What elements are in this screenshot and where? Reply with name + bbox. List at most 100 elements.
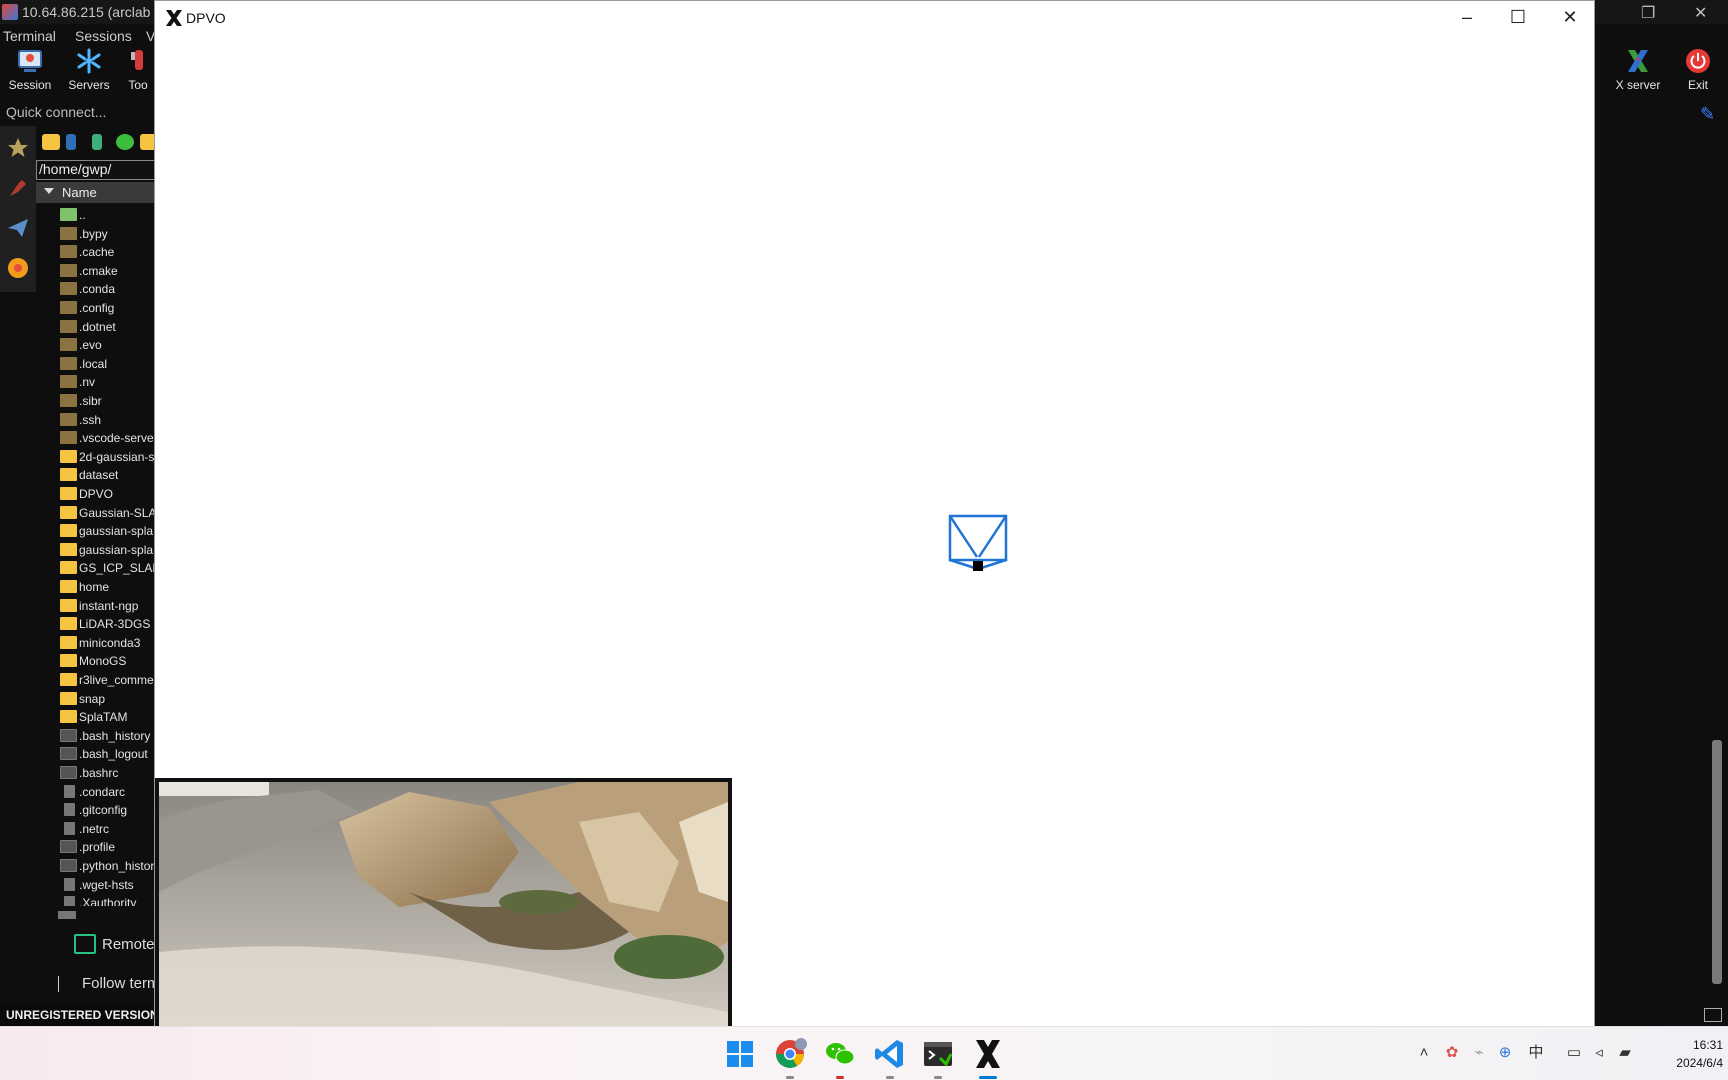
restore-icon[interactable]: ❐ xyxy=(1641,3,1655,23)
file-list-item[interactable]: GS_ICP_SLAM xyxy=(58,559,156,577)
minimize-icon[interactable]: – xyxy=(1444,1,1490,33)
close-window-icon[interactable]: ✕ xyxy=(1547,1,1593,33)
star-icon[interactable] xyxy=(6,136,30,160)
file-list-item[interactable]: instant-ngp xyxy=(58,597,156,615)
tools-strip-icon[interactable] xyxy=(6,176,30,200)
file-list-item[interactable]: LiDAR-3DGS xyxy=(58,615,156,633)
path-field[interactable]: /home/gwp/ xyxy=(36,160,156,180)
file-list-item[interactable]: 2d-gaussian-s xyxy=(58,448,156,466)
feather-icon[interactable]: ⌁ xyxy=(1470,1044,1488,1062)
upload-icon[interactable] xyxy=(92,134,102,150)
volume-icon[interactable]: ◃ xyxy=(1590,1044,1608,1062)
file-list-item[interactable]: snap xyxy=(58,690,156,708)
file-list-item[interactable]: .cache xyxy=(58,243,156,261)
file-list-item[interactable]: .evo xyxy=(58,336,156,354)
chevron-up-icon[interactable]: ˄ xyxy=(1415,1044,1433,1062)
tools-icon xyxy=(131,50,143,70)
file-list-item[interactable]: .ssh xyxy=(58,411,156,429)
viewer-canvas[interactable] xyxy=(155,33,1594,1059)
file-list-item[interactable]: .netrc xyxy=(58,820,156,838)
file-list-item[interactable]: .cmake xyxy=(58,262,156,280)
tools-button[interactable]: Too xyxy=(118,48,158,94)
servers-button[interactable]: Servers xyxy=(59,48,119,94)
file-list-item[interactable]: DPVO xyxy=(58,485,156,503)
tools-label: Too xyxy=(128,78,148,92)
file-list-item[interactable]: .nv xyxy=(58,373,156,391)
folder-icon xyxy=(60,245,77,259)
menu-terminal[interactable]: Terminal xyxy=(3,28,56,44)
refresh-icon[interactable] xyxy=(116,134,134,150)
file-name: .evo xyxy=(79,338,102,353)
file-list-item[interactable]: .bash_logout xyxy=(58,745,156,763)
folder-icon xyxy=(60,654,77,668)
screen-icon[interactable] xyxy=(1704,1008,1722,1022)
paperclip-icon[interactable]: ✎ xyxy=(1700,104,1718,124)
ime-indicator[interactable]: 中 xyxy=(1527,1044,1545,1062)
wechat-icon xyxy=(826,1043,855,1065)
folder-icon xyxy=(60,394,77,407)
file-list-item[interactable]: .. xyxy=(58,206,156,224)
file-list-item[interactable]: dataset xyxy=(58,466,156,484)
file-list-item[interactable]: .config xyxy=(58,299,156,317)
taskbar-wechat[interactable] xyxy=(822,1036,858,1079)
file-list-item[interactable]: .local xyxy=(58,355,156,373)
session-icon xyxy=(18,50,42,72)
download-icon[interactable] xyxy=(66,134,76,150)
terminal-scrollbar[interactable] xyxy=(1712,740,1722,984)
file-name: .python_histor xyxy=(79,859,155,873)
file-list-item[interactable]: MonoGS xyxy=(58,652,156,670)
macro-icon[interactable] xyxy=(6,256,30,280)
system-clock[interactable]: 16:31 2024/6/4 xyxy=(1653,1036,1723,1072)
taskbar-mobaxterm[interactable] xyxy=(920,1036,956,1079)
taskbar-vscode[interactable] xyxy=(872,1036,908,1079)
file-name: .conda xyxy=(79,282,116,297)
taskbar-xserver[interactable] xyxy=(970,1036,1006,1079)
battery-icon[interactable]: ▰ xyxy=(1616,1044,1634,1062)
quick-connect-input[interactable]: Quick connect... xyxy=(6,104,106,120)
file-list-scrollbar[interactable] xyxy=(58,911,76,919)
file-list-item[interactable]: SplaTAM xyxy=(58,708,156,726)
file-list-item[interactable]: home xyxy=(58,578,156,596)
file-list-item[interactable]: .python_histor xyxy=(58,857,156,875)
taskbar-chrome[interactable] xyxy=(772,1036,808,1079)
file-list-item[interactable]: .vscode-serve xyxy=(58,429,156,447)
file-list-item[interactable]: .wget-hsts xyxy=(58,876,156,894)
sort-triangle-icon xyxy=(44,188,54,194)
send-icon[interactable] xyxy=(6,216,30,240)
display-icon[interactable]: ▭ xyxy=(1565,1044,1583,1062)
file-list-item[interactable]: .profile xyxy=(58,838,156,856)
close-icon[interactable]: ✕ xyxy=(1694,3,1707,23)
file-list-item[interactable]: .dotnet xyxy=(58,318,156,336)
column-header-name[interactable]: Name xyxy=(36,182,156,203)
file-list-item[interactable]: .bashrc xyxy=(58,764,156,782)
file-list-item[interactable]: r3live_comme xyxy=(58,671,156,689)
file-list-item[interactable]: .condarc xyxy=(58,783,156,801)
file-list-item[interactable]: .bypy xyxy=(58,225,156,243)
file-name: .ssh xyxy=(79,412,102,427)
file-list-item[interactable]: .conda xyxy=(58,280,156,298)
network-lock-icon[interactable]: ⊕ xyxy=(1496,1044,1514,1062)
start-button[interactable] xyxy=(722,1036,758,1072)
dpvo-titlebar[interactable]: DPVO – ☐ ✕ xyxy=(155,1,1594,33)
camera-frustum-icon xyxy=(948,514,1008,571)
session-button[interactable]: Session xyxy=(0,48,60,94)
baidu-netdisk-icon[interactable]: ✿ xyxy=(1443,1044,1461,1062)
file-icon xyxy=(60,747,77,761)
file-list-item[interactable]: .bash_history xyxy=(58,727,156,745)
file-list-item[interactable]: gaussian-spla xyxy=(58,541,156,559)
file-list-item[interactable]: miniconda3 xyxy=(58,634,156,652)
file-name: gaussian-spla xyxy=(79,542,154,557)
file-list-item[interactable]: .sibr xyxy=(58,392,156,410)
exit-button[interactable]: Exit xyxy=(1668,48,1728,94)
folder-icon xyxy=(60,542,77,556)
file-list-item[interactable]: gaussian-spla xyxy=(58,522,156,540)
menu-sessions[interactable]: Sessions xyxy=(75,28,132,44)
maximize-icon[interactable]: ☐ xyxy=(1495,1,1541,33)
parent-folder-icon[interactable] xyxy=(42,134,60,150)
file-name: .netrc xyxy=(79,821,110,836)
x-server-button[interactable]: X server xyxy=(1608,48,1668,94)
file-list-item[interactable]: Gaussian-SLA xyxy=(58,504,156,522)
file-list-item[interactable]: .gitconfig xyxy=(58,801,156,819)
dpvo-window: DPVO – ☐ ✕ xyxy=(154,0,1595,1059)
file-list-item[interactable]: .Xauthority xyxy=(58,894,156,906)
